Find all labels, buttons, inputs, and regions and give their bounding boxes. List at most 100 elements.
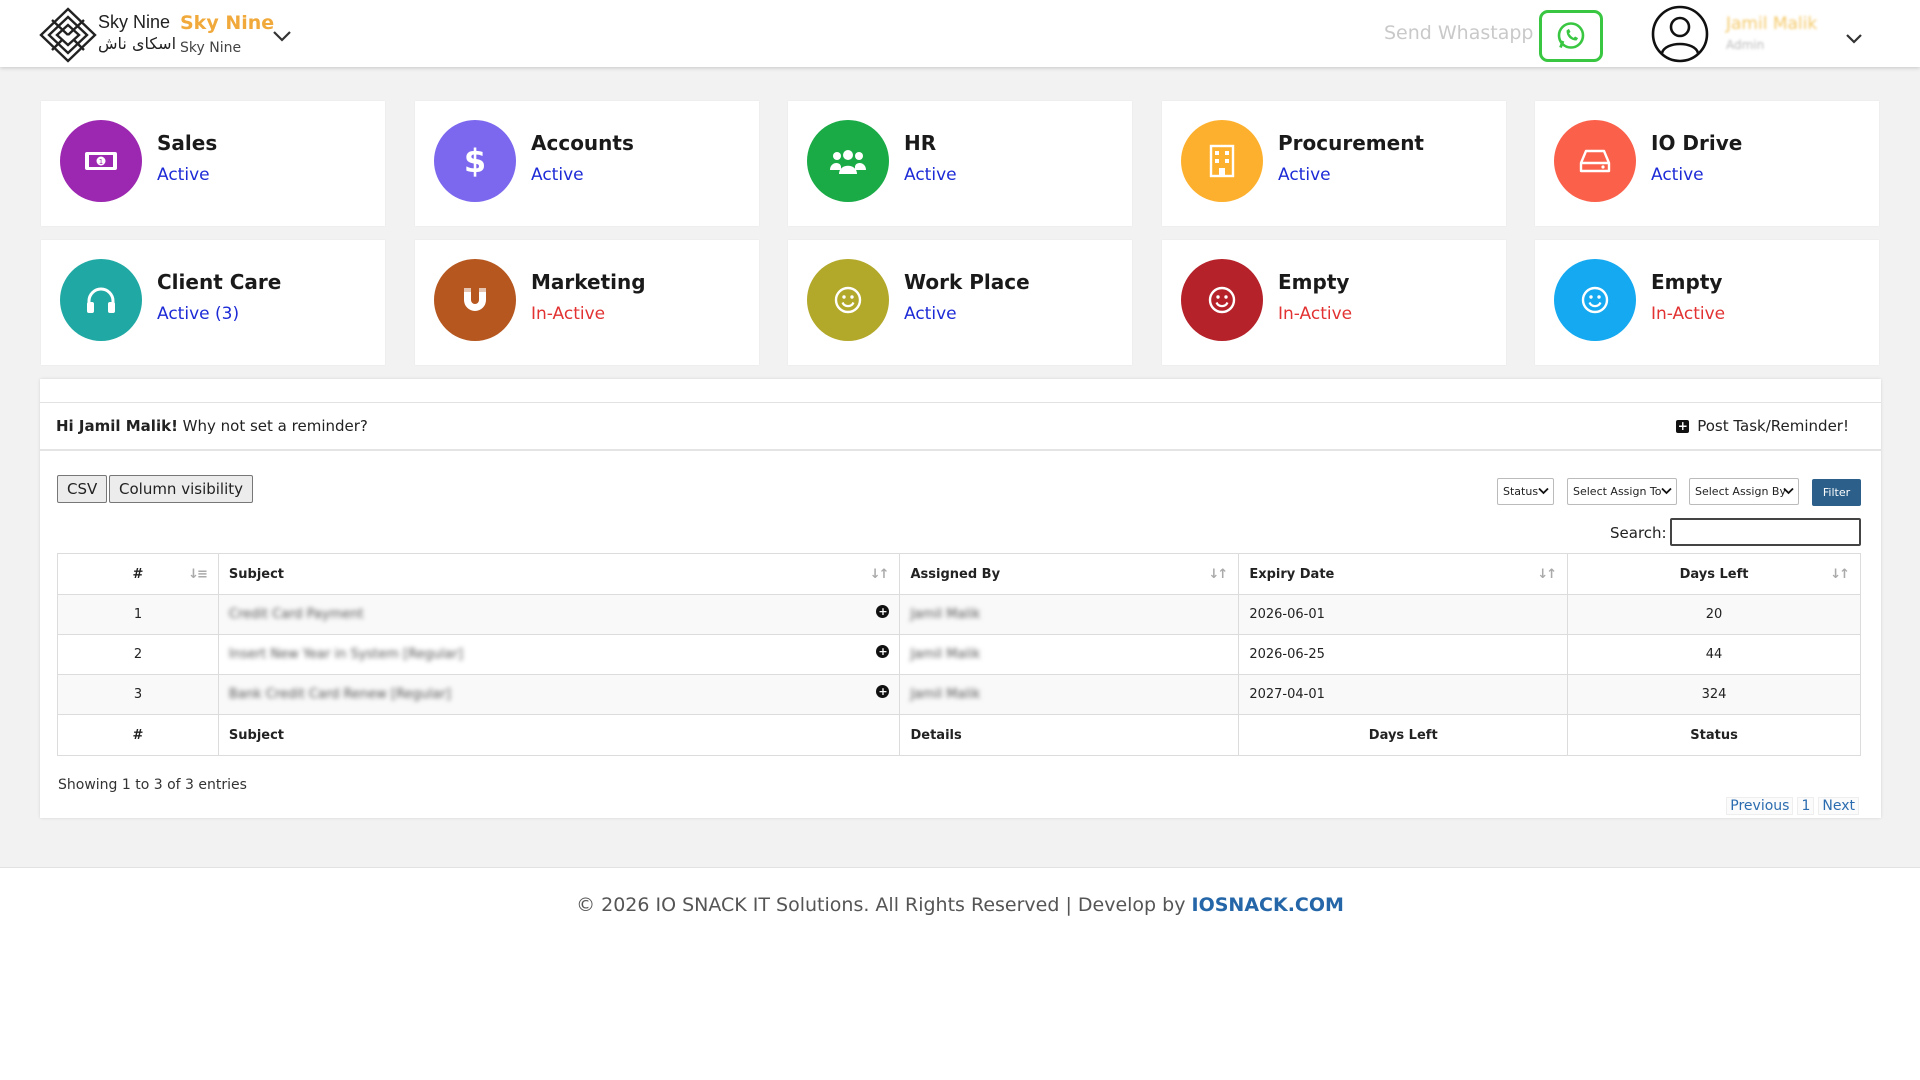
module-tile-sales[interactable]: 1 Sales Active [41, 101, 385, 226]
status-select[interactable]: Status [1497, 478, 1554, 505]
search-input[interactable] [1670, 518, 1861, 546]
module-status: Active (3) [157, 304, 239, 324]
module-status: In-Active [1278, 304, 1353, 324]
module-tile-work-place[interactable]: Work Place Active [788, 240, 1132, 365]
logo-text-en: Sky Nine [98, 12, 171, 32]
column-visibility-button[interactable]: Column visibility [109, 475, 254, 503]
filter-button[interactable]: Filter [1812, 479, 1861, 506]
assign-to-select[interactable]: Select Assign To [1567, 478, 1677, 505]
footer-number: # [57, 714, 219, 756]
module-name: Empty [1278, 270, 1350, 294]
post-task-button[interactable]: + Post Task/Reminder! [1676, 417, 1849, 435]
column-header-label: Assigned By [910, 566, 1001, 582]
status-select-value: Status [1503, 485, 1539, 498]
sort-icon[interactable]: ↓↑ [1830, 567, 1850, 582]
smiley-icon [834, 286, 862, 314]
whatsapp-button[interactable] [1539, 10, 1603, 62]
svg-text:1: 1 [99, 158, 103, 166]
module-circle [434, 259, 516, 341]
module-status: In-Active [531, 304, 606, 324]
table-row[interactable]: 1 Credit Card Payment + Jamil Malik 2026-… [57, 594, 1861, 635]
csv-button[interactable]: CSV [57, 475, 108, 503]
subject-text: Insert New Year in System [Regular] [228, 647, 464, 662]
reminder-header: Hi Jamil Malik! Why not set a reminder? … [40, 403, 1881, 451]
module-circle [807, 120, 889, 202]
cell-subject: Credit Card Payment + [217, 594, 901, 635]
table-row[interactable]: 3 Bank Credit Card Renew [Regular] + Jami… [57, 674, 1861, 715]
footer-details: Details [899, 714, 1240, 756]
sort-icon[interactable]: ↓↑ [1209, 567, 1229, 582]
pagination-page[interactable]: 1 [1797, 797, 1815, 815]
greeting-text: Why not set a reminder? [177, 417, 368, 435]
module-circle [807, 259, 889, 341]
hard-drive-icon [1579, 149, 1611, 173]
module-tile-hr[interactable]: HR Active [788, 101, 1132, 226]
building-icon [1209, 144, 1235, 178]
column-header-label: Subject [228, 566, 285, 582]
column-header-number[interactable]: # ↓≡ [57, 553, 219, 595]
footer-subject: Subject [217, 714, 901, 756]
cell-number: 3 [57, 674, 219, 715]
assigned-by-text: Jamil Malik [910, 687, 981, 702]
table-row[interactable]: 2 Insert New Year in System [Regular] + J… [57, 634, 1861, 675]
column-header-subject[interactable]: Subject ↓↑ [217, 553, 901, 595]
cell-days-left: 44 [1567, 634, 1861, 675]
module-status-text: Active [157, 304, 210, 324]
sort-icon[interactable]: ↓↑ [870, 567, 890, 582]
module-tile-io-drive[interactable]: IO Drive Active [1535, 101, 1879, 226]
module-status: Active [157, 165, 210, 185]
company-name[interactable]: Sky Nine [180, 12, 274, 34]
module-name: HR [904, 131, 937, 155]
whatsapp-icon [1557, 22, 1585, 49]
user-avatar-icon[interactable] [1651, 5, 1709, 63]
module-tile-marketing[interactable]: Marketing In-Active [415, 240, 759, 365]
expand-row-icon[interactable]: + [876, 605, 890, 618]
module-name: Marketing [531, 270, 646, 294]
module-tile-empty-2[interactable]: Empty In-Active [1535, 240, 1879, 365]
module-tile-procurement[interactable]: Procurement Active [1162, 101, 1506, 226]
greeting: Hi Jamil Malik! Why not set a reminder? [56, 417, 368, 435]
module-tile-client-care[interactable]: Client Care Active (3) [41, 240, 385, 365]
assign-by-select[interactable]: Select Assign By [1689, 478, 1799, 505]
user-name[interactable]: Jamil Malik [1726, 14, 1817, 34]
chevron-down-icon [1661, 487, 1672, 495]
module-tile-empty-1[interactable]: Empty In-Active [1162, 240, 1506, 365]
chevron-down-icon [1783, 487, 1794, 495]
module-name: IO Drive [1651, 131, 1743, 155]
send-whatsapp-label[interactable]: Send Whastapp [1384, 22, 1533, 44]
footer-brand-link[interactable]: IOSNACK.COM [1192, 894, 1344, 916]
pagination-next[interactable]: Next [1818, 797, 1859, 815]
module-circle [1554, 120, 1636, 202]
module-status: Active [531, 165, 584, 185]
module-status: Active [904, 304, 957, 324]
module-status: Active [1278, 165, 1331, 185]
expand-row-icon[interactable]: + [876, 645, 890, 658]
table-header-row: # ↓≡ Subject ↓↑ Assigned By ↓↑ Expiry Date ↓… [57, 553, 1861, 595]
top-navbar: Sky Nine اسکای ناش Sky Nine Sky Nine Sen… [0, 0, 1920, 67]
page-footer: © 2026 IO SNACK IT Solutions. All Rights… [0, 867, 1920, 1080]
footer-days-left: Days Left [1238, 714, 1569, 756]
table-footer-row: # Subject Details Days Left Status [57, 714, 1861, 756]
module-name: Empty [1651, 270, 1723, 294]
module-tile-accounts[interactable]: $ Accounts Active [415, 101, 759, 226]
user-role: Admin [1726, 38, 1765, 52]
magnet-icon [464, 288, 486, 311]
chevron-down-icon[interactable] [1845, 33, 1863, 44]
greeting-name: Hi Jamil Malik! [56, 417, 178, 435]
column-header-assigned-by[interactable]: Assigned By ↓↑ [899, 553, 1240, 595]
footer-status: Status [1567, 714, 1861, 756]
sort-icon[interactable]: ↓↑ [1537, 567, 1557, 582]
assign-by-select-value: Select Assign By [1695, 485, 1786, 498]
cell-subject: Bank Credit Card Renew [Regular] + [217, 674, 901, 715]
sort-icon[interactable]: ↓≡ [188, 567, 208, 582]
cell-number: 2 [57, 634, 219, 675]
column-header-label: Expiry Date [1249, 566, 1335, 582]
logo-icon[interactable] [38, 6, 98, 64]
column-header-days-left[interactable]: Days Left ↓↑ [1567, 553, 1861, 595]
headset-icon [87, 287, 115, 313]
column-header-expiry-date[interactable]: Expiry Date ↓↑ [1238, 553, 1569, 595]
chevron-down-icon[interactable] [272, 30, 292, 42]
pagination-previous[interactable]: Previous [1726, 797, 1794, 815]
expand-row-icon[interactable]: + [876, 685, 890, 698]
company-subtitle: Sky Nine [180, 40, 242, 56]
